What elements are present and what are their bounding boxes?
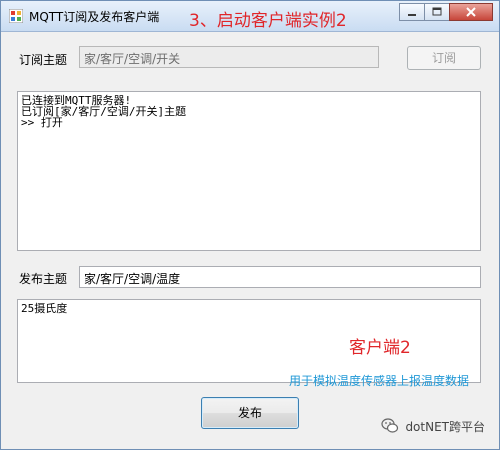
app-icon bbox=[9, 9, 23, 23]
publish-message-input[interactable]: 25摄氏度 bbox=[17, 299, 481, 383]
close-button[interactable] bbox=[449, 3, 493, 21]
window-controls bbox=[399, 3, 493, 23]
main-window: MQTT订阅及发布客户端 3、启动客户端实例2 订阅主题 家/客厅/空调/开关 … bbox=[0, 0, 500, 450]
publish-topic-input[interactable]: 家/客厅/空调/温度 bbox=[79, 266, 481, 288]
watermark: dotNET跨平台 bbox=[381, 417, 485, 435]
subscribe-topic-input[interactable]: 家/客厅/空调/开关 bbox=[79, 46, 379, 68]
client-annotation: 客户端2 bbox=[349, 338, 411, 358]
minimize-button[interactable] bbox=[399, 3, 425, 21]
publish-message-text: 25摄氏度 bbox=[21, 302, 68, 315]
publish-button[interactable]: 发布 bbox=[201, 397, 299, 429]
maximize-button[interactable] bbox=[424, 3, 450, 21]
instance-annotation: 3、启动客户端实例2 bbox=[189, 11, 347, 31]
publish-topic-label: 发布主题 bbox=[19, 272, 68, 286]
window-title: MQTT订阅及发布客户端 bbox=[29, 10, 160, 24]
wechat-icon bbox=[381, 418, 399, 433]
subscribe-topic-label: 订阅主题 bbox=[19, 53, 68, 67]
description-annotation: 用于模拟温度传感器上报温度数据 bbox=[289, 374, 470, 388]
maximize-icon bbox=[432, 7, 442, 16]
log-line: 已订阅[家/客厅/空调/开关]主题 bbox=[21, 105, 187, 118]
watermark-text: dotNET跨平台 bbox=[405, 419, 485, 434]
subscribe-button[interactable]: 订阅 bbox=[407, 46, 481, 70]
minimize-icon bbox=[408, 14, 416, 16]
title-bar[interactable]: MQTT订阅及发布客户端 3、启动客户端实例2 bbox=[1, 1, 499, 32]
close-icon bbox=[466, 7, 476, 17]
message-log[interactable]: 已连接到MQTT服务器! 已订阅[家/客厅/空调/开关]主题 >> 打开 bbox=[17, 91, 481, 251]
log-line: >> 打开 bbox=[21, 116, 63, 129]
